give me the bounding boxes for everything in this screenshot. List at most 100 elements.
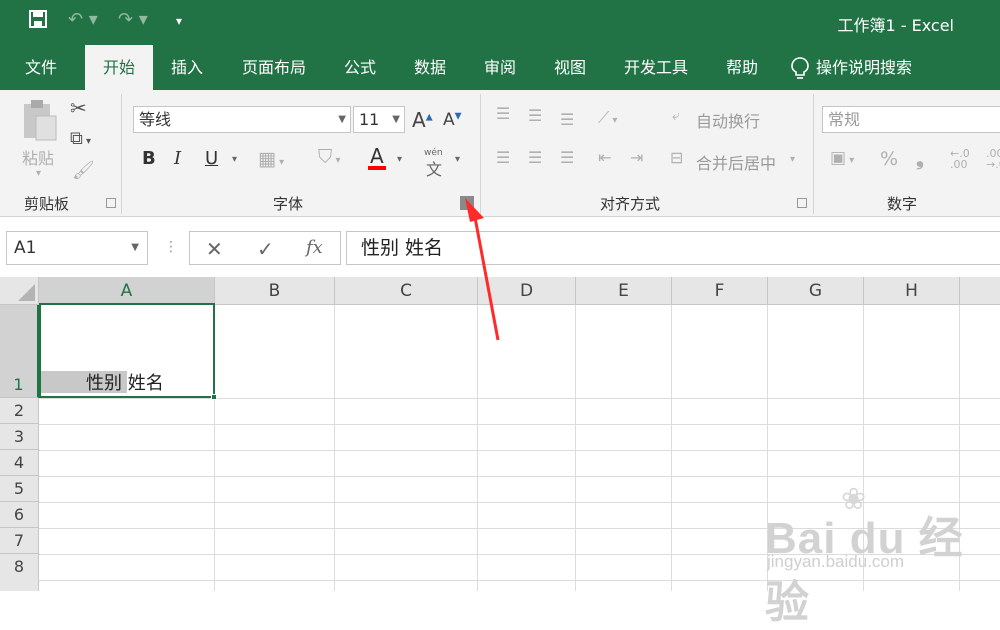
tab-data[interactable]: 数据 bbox=[403, 45, 457, 90]
comma-button[interactable]: ❟ bbox=[916, 146, 924, 170]
copy-icon[interactable]: ⧉ ▾ bbox=[70, 128, 91, 149]
row-header-3[interactable]: 3 bbox=[0, 424, 39, 450]
column-header-h[interactable]: H bbox=[864, 277, 960, 305]
fill-handle[interactable] bbox=[211, 394, 217, 400]
currency-icon[interactable]: ▣ ▾ bbox=[830, 148, 854, 168]
phonetic-dropdown-icon[interactable]: ▾ bbox=[455, 154, 460, 165]
tab-file[interactable]: 文件 bbox=[14, 45, 68, 90]
column-header-d[interactable]: D bbox=[478, 277, 576, 305]
orientation-icon[interactable]: ⟋ ▾ bbox=[598, 108, 617, 128]
cell-a1[interactable]: 性别 姓名 bbox=[39, 303, 217, 400]
cell-a1-text: 性别 姓名 bbox=[86, 373, 164, 394]
column-header-b[interactable]: B bbox=[215, 277, 335, 305]
tab-home[interactable]: 开始 bbox=[85, 45, 153, 90]
fill-color-icon[interactable]: ⛉ ▾ bbox=[318, 146, 340, 168]
row-header-8[interactable]: 8 bbox=[0, 554, 39, 591]
column-header-c[interactable]: C bbox=[335, 277, 478, 305]
chevron-down-icon[interactable]: ▼ bbox=[392, 107, 400, 132]
save-icon[interactable] bbox=[28, 9, 48, 34]
font-color-dropdown-icon[interactable]: ▾ bbox=[397, 154, 402, 165]
align-left-icon[interactable]: ☰ bbox=[496, 148, 510, 167]
font-color-button[interactable]: A bbox=[368, 146, 386, 170]
font-group-label: 字体 bbox=[273, 195, 304, 213]
phonetic-icon[interactable]: 文 bbox=[426, 156, 442, 180]
wrap-text-button[interactable]: 自动换行 bbox=[696, 108, 760, 132]
decrease-indent-icon[interactable]: ⇤ bbox=[598, 148, 611, 167]
paste-icon[interactable] bbox=[20, 98, 60, 147]
ribbon: 粘贴 ▾ ✂ ⧉ ▾ 🖌 剪贴板 等线 ▼ 11 ▼ A▲ A▼ B I U ▾… bbox=[0, 90, 1000, 217]
window-title: 工作簿1 - Excel bbox=[837, 16, 954, 35]
decrease-decimal-button[interactable]: .00→.0 bbox=[986, 148, 1000, 170]
tab-insert[interactable]: 插入 bbox=[160, 45, 214, 90]
clipboard-launcher-icon[interactable] bbox=[106, 198, 116, 208]
name-box[interactable]: A1 ▼ bbox=[6, 231, 148, 265]
column-header-g[interactable]: G bbox=[768, 277, 864, 305]
column-header-i[interactable] bbox=[960, 277, 1000, 305]
font-name-combo[interactable]: 等线 ▼ bbox=[133, 106, 351, 133]
select-all-button[interactable] bbox=[0, 277, 39, 305]
cancel-icon[interactable]: ✕ bbox=[206, 237, 223, 261]
align-right-icon[interactable]: ☰ bbox=[560, 148, 574, 167]
row-header-1[interactable]: 1 bbox=[0, 305, 39, 398]
tab-page-layout[interactable]: 页面布局 bbox=[230, 45, 318, 90]
row-header-4[interactable]: 4 bbox=[0, 450, 39, 476]
clipboard-group-label: 剪贴板 bbox=[24, 195, 70, 213]
row-header-6[interactable]: 6 bbox=[0, 502, 39, 528]
align-center-icon[interactable]: ☰ bbox=[528, 148, 542, 167]
group-divider bbox=[480, 94, 481, 214]
font-size-combo[interactable]: 11 ▼ bbox=[353, 106, 405, 133]
increase-indent-icon[interactable]: ⇥ bbox=[630, 148, 643, 167]
underline-button[interactable]: U bbox=[205, 148, 218, 169]
watermark-url: jingyan.baidu.com bbox=[767, 552, 905, 571]
insert-function-icon[interactable]: fx bbox=[306, 237, 323, 258]
drag-handle-icon[interactable]: ⋮ bbox=[164, 239, 178, 255]
chevron-down-icon[interactable]: ▼ bbox=[338, 107, 346, 132]
format-painter-icon[interactable]: 🖌 bbox=[72, 160, 95, 181]
tab-review[interactable]: 审阅 bbox=[473, 45, 527, 90]
formula-input[interactable]: 性别 姓名 bbox=[346, 231, 1000, 265]
gridline bbox=[39, 424, 1000, 425]
align-middle-icon[interactable]: ☰ bbox=[528, 106, 542, 125]
tab-developer[interactable]: 开发工具 bbox=[612, 45, 700, 90]
formula-bar: A1 ▼ ⋮ ✕ ✓ fx 性别 姓名 bbox=[0, 217, 1000, 277]
row-header-2[interactable]: 2 bbox=[0, 398, 39, 424]
tab-help[interactable]: 帮助 bbox=[715, 45, 769, 90]
shrink-font-icon[interactable]: A▼ bbox=[443, 110, 462, 130]
ribbon-tabs: 文件 开始 插入 页面布局 公式 数据 审阅 视图 开发工具 帮助 操作说明搜索 bbox=[0, 45, 1000, 90]
number-format-combo[interactable]: 常规 bbox=[822, 106, 1000, 133]
paste-dropdown-icon[interactable]: ▾ bbox=[36, 168, 41, 179]
font-launcher-icon[interactable] bbox=[460, 196, 474, 210]
undo-icon[interactable]: ↶ ▾ bbox=[68, 9, 98, 30]
merge-center-button[interactable]: 合并后居中 bbox=[696, 150, 776, 174]
align-bottom-icon[interactable]: ☰ bbox=[560, 110, 574, 129]
customize-icon[interactable]: ▾ bbox=[176, 14, 182, 28]
gridline bbox=[671, 305, 672, 591]
enter-icon[interactable]: ✓ bbox=[257, 237, 274, 261]
row-header-5[interactable]: 5 bbox=[0, 476, 39, 502]
cut-icon[interactable]: ✂ bbox=[70, 96, 87, 120]
merge-center-icon[interactable]: ⊟ bbox=[670, 148, 683, 167]
column-header-f[interactable]: F bbox=[672, 277, 768, 305]
chevron-down-icon[interactable]: ▼ bbox=[131, 232, 139, 264]
merge-dropdown-icon[interactable]: ▾ bbox=[790, 154, 795, 165]
underline-dropdown-icon[interactable]: ▾ bbox=[232, 154, 237, 165]
increase-decimal-button[interactable]: ←.0.00 bbox=[950, 148, 970, 170]
redo-icon[interactable]: ↷ ▾ bbox=[118, 9, 148, 30]
column-header-a[interactable]: A bbox=[39, 277, 215, 305]
tab-formulas[interactable]: 公式 bbox=[333, 45, 387, 90]
border-icon[interactable]: ▦ ▾ bbox=[258, 148, 284, 170]
wrap-text-icon[interactable]: ⤶ bbox=[672, 108, 680, 124]
grow-font-icon[interactable]: A▲ bbox=[412, 108, 433, 132]
bold-button[interactable]: B bbox=[142, 148, 156, 169]
tab-view[interactable]: 视图 bbox=[543, 45, 597, 90]
gridline bbox=[477, 305, 478, 591]
group-divider bbox=[121, 94, 122, 214]
column-header-e[interactable]: E bbox=[576, 277, 672, 305]
align-top-icon[interactable]: ☰ bbox=[496, 104, 510, 123]
paste-label[interactable]: 粘贴 bbox=[22, 145, 54, 169]
italic-button[interactable]: I bbox=[174, 148, 181, 169]
row-header-7[interactable]: 7 bbox=[0, 528, 39, 554]
percent-button[interactable]: % bbox=[880, 148, 898, 170]
tell-me-search[interactable]: 操作说明搜索 bbox=[816, 45, 932, 90]
alignment-launcher-icon[interactable] bbox=[797, 198, 807, 208]
